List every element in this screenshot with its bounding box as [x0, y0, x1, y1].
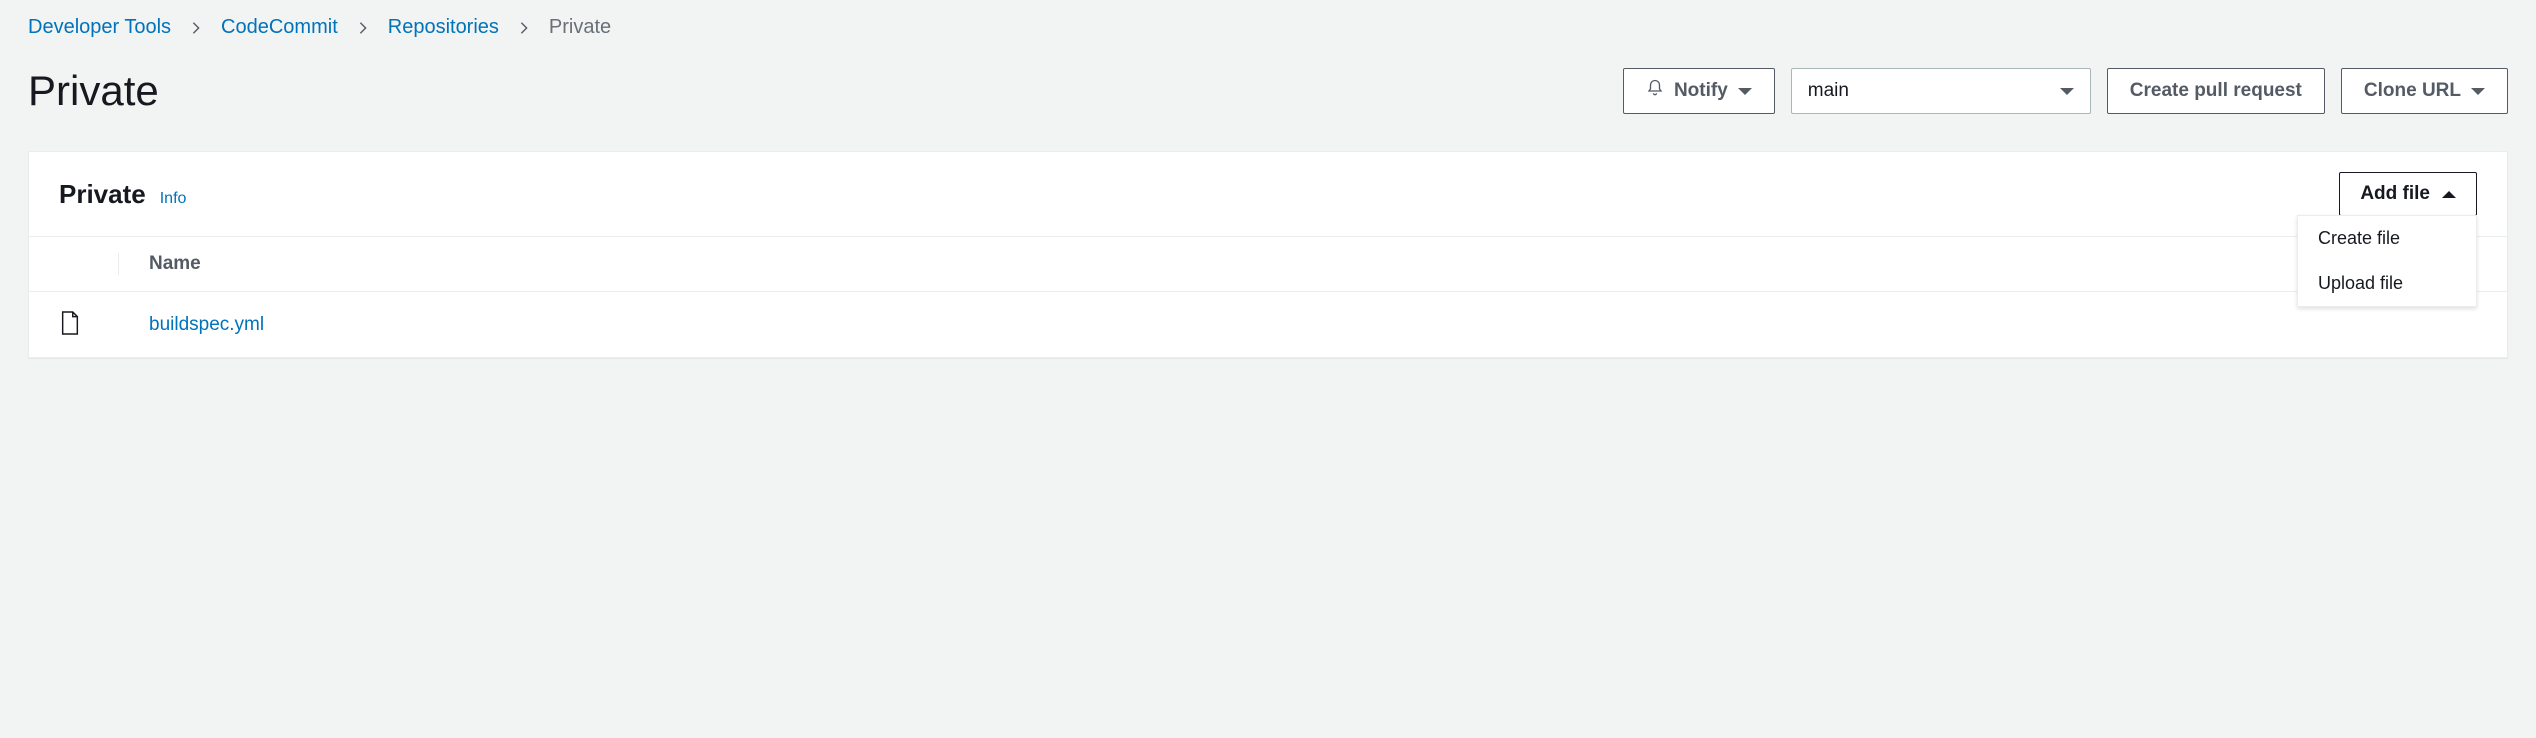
breadcrumb: Developer Tools CodeCommit Repositories …	[28, 16, 2508, 39]
add-file-label: Add file	[2360, 183, 2430, 205]
chevron-right-icon	[356, 21, 370, 35]
header-actions: Notify main Create pull request Clone UR…	[1623, 68, 2508, 114]
branch-select-value: main	[1808, 80, 1849, 102]
create-pr-label: Create pull request	[2130, 80, 2302, 102]
breadcrumb-link-devtools[interactable]: Developer Tools	[28, 16, 171, 39]
table-row: buildspec.yml	[29, 292, 2507, 357]
caret-down-icon	[2060, 88, 2074, 95]
create-pull-request-button[interactable]: Create pull request	[2107, 68, 2325, 114]
info-link[interactable]: Info	[160, 190, 187, 208]
notify-button[interactable]: Notify	[1623, 68, 1775, 114]
file-icon	[59, 310, 81, 339]
files-panel: Private Info Add file Create file Upload…	[28, 151, 2508, 358]
chevron-right-icon	[517, 21, 531, 35]
branch-select[interactable]: main	[1791, 68, 2091, 114]
bell-icon	[1646, 79, 1664, 103]
file-link[interactable]: buildspec.yml	[149, 314, 264, 335]
caret-down-icon	[1738, 88, 1752, 95]
add-file-dropdown: Create file Upload file	[2297, 215, 2477, 307]
chevron-right-icon	[189, 21, 203, 35]
notify-label: Notify	[1674, 80, 1728, 102]
panel-title: Private	[59, 179, 146, 210]
page-title: Private	[28, 67, 159, 115]
add-file-button[interactable]: Add file	[2339, 172, 2477, 216]
breadcrumb-link-repositories[interactable]: Repositories	[388, 16, 499, 39]
caret-up-icon	[2442, 191, 2456, 198]
breadcrumb-current: Private	[549, 16, 611, 39]
breadcrumb-link-codecommit[interactable]: CodeCommit	[221, 16, 338, 39]
caret-down-icon	[2471, 88, 2485, 95]
dropdown-item-create-file[interactable]: Create file	[2298, 216, 2476, 261]
dropdown-item-upload-file[interactable]: Upload file	[2298, 261, 2476, 306]
clone-url-button[interactable]: Clone URL	[2341, 68, 2508, 114]
clone-url-label: Clone URL	[2364, 80, 2461, 102]
table-header: Name	[29, 237, 2507, 292]
column-header-name: Name	[119, 253, 201, 275]
